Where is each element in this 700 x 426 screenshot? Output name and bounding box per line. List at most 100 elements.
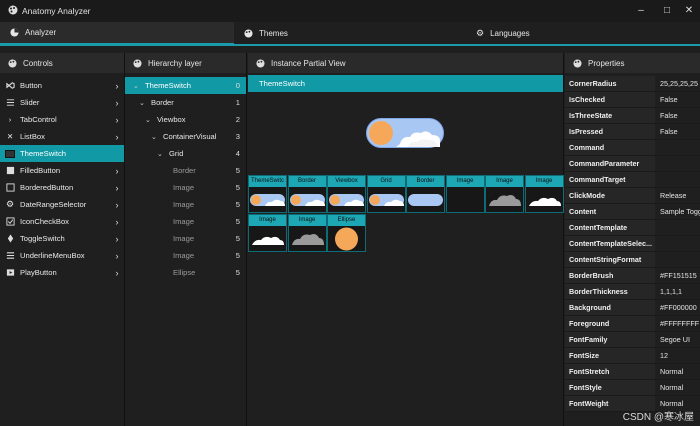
control-item-daterangeselector[interactable]: ⚙ DateRangeSelector › xyxy=(0,196,124,213)
instance-cell-label: Image xyxy=(486,176,523,187)
instance-cell[interactable]: Image xyxy=(287,214,327,252)
property-value: #FF151515 xyxy=(655,268,700,284)
palette-icon xyxy=(8,5,18,15)
minimize-button[interactable]: – xyxy=(634,5,648,17)
property-row[interactable]: IsChecked False xyxy=(565,92,700,108)
chevron-right-icon: › xyxy=(115,80,119,91)
tree-node-depth: 3 xyxy=(235,132,240,141)
tree-node-depth: 5 xyxy=(235,217,240,226)
property-row[interactable]: FontStyle Normal xyxy=(565,380,700,396)
tree-node[interactable]: ⌄ Viewbox 2 xyxy=(125,111,246,128)
close-button[interactable]: ✕ xyxy=(682,5,696,17)
tree-node-label: ContainerVisual xyxy=(163,132,217,141)
control-item-underlinemenubox[interactable]: UnderlineMenuBox › xyxy=(0,247,124,264)
chevron-right-icon: › xyxy=(115,97,119,108)
property-row[interactable]: Command xyxy=(565,140,700,156)
instance-cell[interactable]: Border xyxy=(287,175,327,213)
tree-node[interactable]: ⌄ ThemeSwitch 0 xyxy=(125,77,246,94)
property-name: Content xyxy=(565,204,655,220)
tree-node[interactable]: ⌄ Grid 4 xyxy=(125,145,246,162)
instance-cell[interactable]: Image xyxy=(485,175,524,213)
property-row[interactable]: IsThreeState False xyxy=(565,108,700,124)
control-item-toggleswitch[interactable]: ToggleSwitch › xyxy=(0,230,124,247)
tree-node[interactable]: Image 5 xyxy=(125,196,246,213)
property-name: IsChecked xyxy=(565,92,655,108)
property-row[interactable]: BorderBrush #FF151515 xyxy=(565,268,700,284)
tree-node[interactable]: ⌄ Border 1 xyxy=(125,94,246,111)
instance-cell[interactable]: Image xyxy=(445,175,485,213)
tab-underline xyxy=(0,44,700,46)
instance-cell-label: Image xyxy=(249,215,286,226)
instance-cell[interactable]: Image xyxy=(248,214,287,252)
property-row[interactable]: IsPressed False xyxy=(565,124,700,140)
tree-node[interactable]: ⌄ ContainerVisual 3 xyxy=(125,128,246,145)
property-row[interactable]: FontFamily Segoe UI xyxy=(565,332,700,348)
tree-node[interactable]: Image 5 xyxy=(125,230,246,247)
tree-node-label: Image xyxy=(173,251,195,260)
property-row[interactable]: CornerRadius 25,25,25,25 xyxy=(565,76,700,92)
instance-cell[interactable]: Image xyxy=(524,175,564,213)
property-value: #FFFFFFFF xyxy=(655,316,700,332)
control-item-filledbutton[interactable]: FilledButton › xyxy=(0,162,124,179)
control-item-button[interactable]: Button › xyxy=(0,77,124,94)
controls-header-label: Controls xyxy=(23,58,53,68)
instance-cell-label: Image xyxy=(288,215,326,226)
tree-node[interactable]: Border 5 xyxy=(125,162,246,179)
chevron-down-icon: ⌄ xyxy=(145,116,151,124)
control-item-slider[interactable]: Slider › xyxy=(0,94,124,111)
instance-cell[interactable]: Grid xyxy=(366,175,406,213)
tree-node-depth: 5 xyxy=(235,251,240,260)
tree-node[interactable]: Image 5 xyxy=(125,247,246,264)
instance-cell[interactable]: ThemeSwitc xyxy=(248,175,287,213)
tree-node-depth: 5 xyxy=(235,234,240,243)
toggle-thumbnail xyxy=(249,193,286,209)
tree-node[interactable]: Image 5 xyxy=(125,213,246,230)
maximize-button[interactable]: □ xyxy=(660,5,674,17)
chevron-right-icon: › xyxy=(115,165,119,176)
tree-node-label: Image xyxy=(173,234,195,243)
instance-cell[interactable]: Viewbox xyxy=(327,175,366,213)
property-row[interactable]: CommandTarget xyxy=(565,172,700,188)
control-item-themeswitch[interactable]: ThemeSwitch xyxy=(0,145,124,162)
tab-languages[interactable]: ⚙ Languages xyxy=(476,22,676,45)
property-value: Normal xyxy=(655,364,700,380)
pie-icon xyxy=(10,28,19,37)
instance-selected-row[interactable]: ThemeSwitch xyxy=(248,75,563,92)
property-row[interactable]: Foreground #FFFFFFFF xyxy=(565,316,700,332)
main-tabs: Analyzer Themes ⚙ Languages xyxy=(0,22,700,45)
property-row[interactable]: ContentSample Toggle xyxy=(565,204,700,220)
instance-cell[interactable]: Ellipse xyxy=(327,214,366,252)
property-name: IsThreeState xyxy=(565,108,655,124)
property-row[interactable]: FontStretch Normal xyxy=(565,364,700,380)
property-row[interactable]: ContentTemplateSelec... xyxy=(565,236,700,252)
instance-header: Instance Partial View xyxy=(248,53,563,73)
control-item-tabcontrol[interactable]: › TabControl › xyxy=(0,111,124,128)
tree-node[interactable]: Image 5 xyxy=(125,179,246,196)
property-row[interactable]: ClickMode Release xyxy=(565,188,700,204)
property-row[interactable]: FontSize 12 xyxy=(565,348,700,364)
instance-cell[interactable]: Border xyxy=(406,175,445,213)
property-row[interactable]: ContentTemplate xyxy=(565,220,700,236)
palette-icon xyxy=(256,58,265,68)
control-label: TabControl xyxy=(20,115,57,124)
gear-icon: ⚙ xyxy=(5,199,15,209)
chevron-right-icon: › xyxy=(115,131,119,142)
control-item-listbox[interactable]: ✕ ListBox › xyxy=(0,128,124,145)
instance-cell-label: Viewbox xyxy=(328,176,365,187)
theme-switch-preview[interactable] xyxy=(366,118,444,148)
tab-themes[interactable]: Themes xyxy=(244,22,474,45)
property-name: ContentTemplate xyxy=(565,220,655,236)
control-item-borderedbutton[interactable]: BorderedButton › xyxy=(0,179,124,196)
tab-analyzer[interactable]: Analyzer xyxy=(0,22,234,45)
hierarchy-header: Hierarchy layer xyxy=(125,53,246,73)
tree-node[interactable]: Ellipse 5 xyxy=(125,264,246,281)
control-item-iconcheckbox[interactable]: IconCheckBox › xyxy=(0,213,124,230)
property-row[interactable]: ContentStringFormat xyxy=(565,252,700,268)
control-label: PlayButton xyxy=(20,268,57,277)
control-item-playbutton[interactable]: PlayButton › xyxy=(0,264,124,281)
property-row[interactable]: BorderThickness 1,1,1,1 xyxy=(565,284,700,300)
chevron-right-icon: › xyxy=(115,233,119,244)
property-value: #FF000000 xyxy=(655,300,700,316)
property-row[interactable]: Background #FF000000 xyxy=(565,300,700,316)
property-row[interactable]: CommandParameter xyxy=(565,156,700,172)
